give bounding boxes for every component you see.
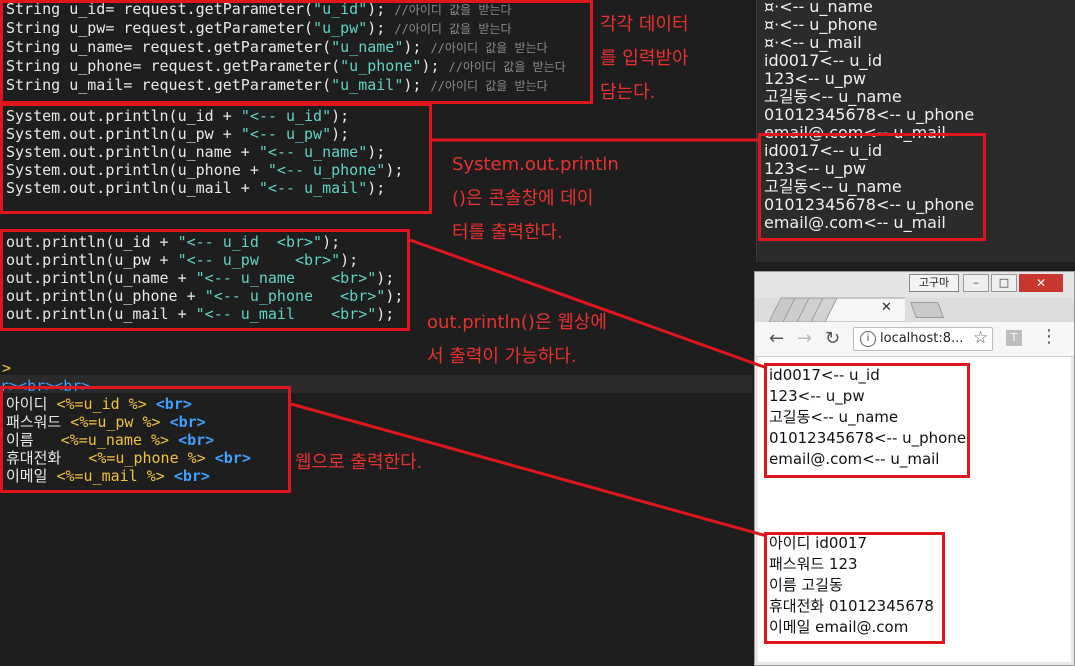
connector-web-jsp xyxy=(290,402,768,538)
connector-lines xyxy=(290,138,768,538)
connector-web-out xyxy=(409,238,768,370)
